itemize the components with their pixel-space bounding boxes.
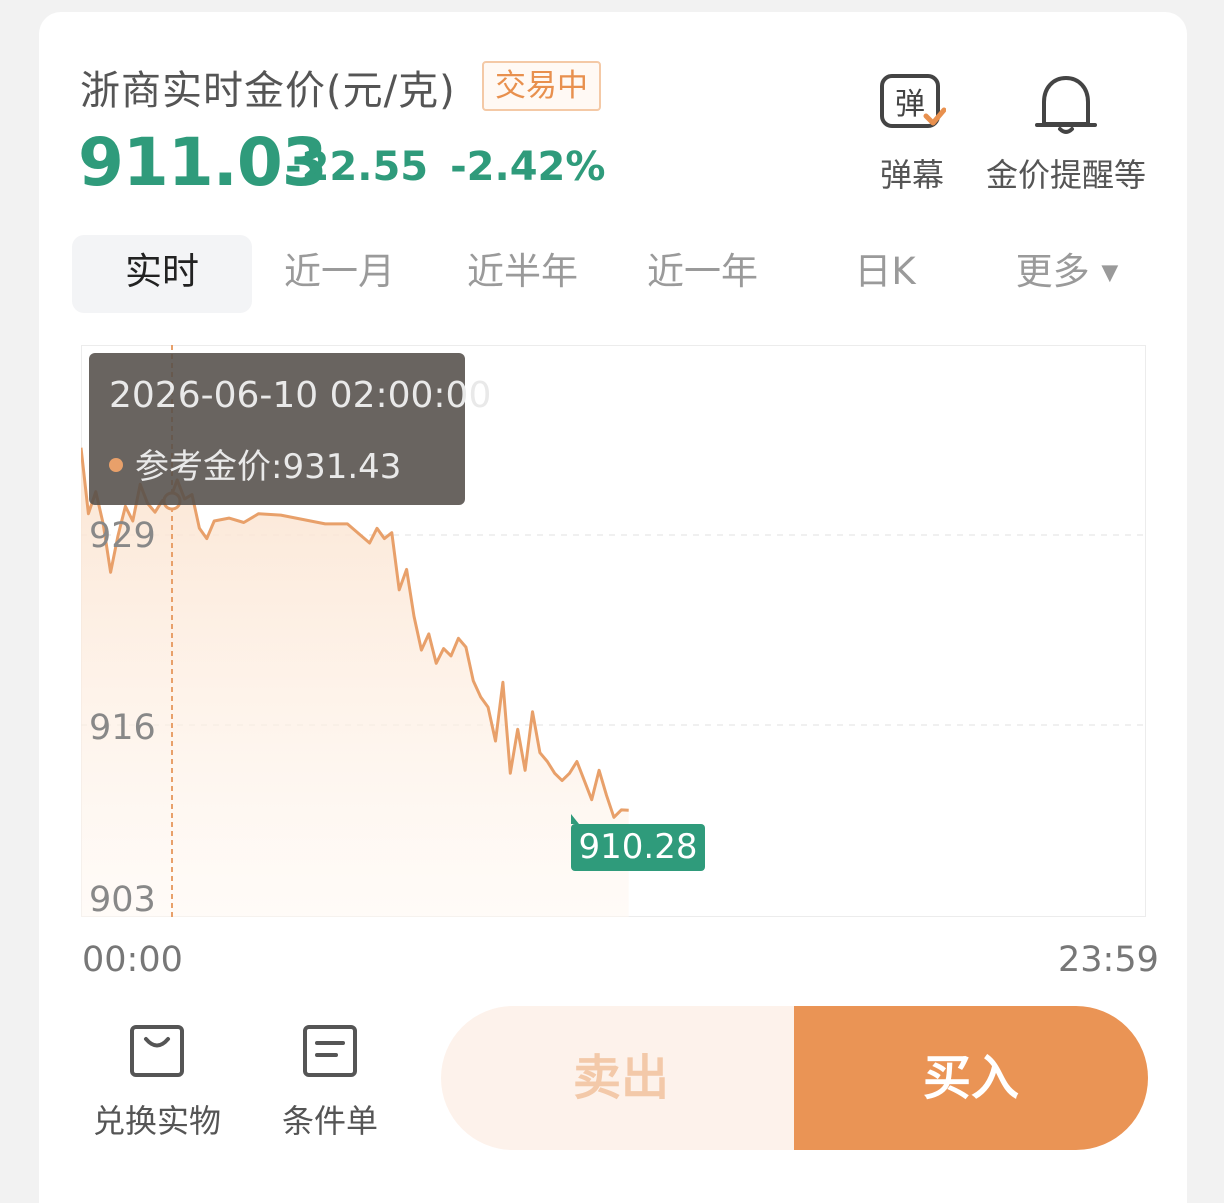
- sell-button[interactable]: 卖出: [441, 1006, 801, 1150]
- danmu-label: 弹幕: [879, 156, 944, 194]
- condition-label: 条件单: [281, 1102, 378, 1140]
- danmu-icon-text: 弹: [895, 87, 925, 122]
- change-percent: -2.42%: [450, 144, 606, 190]
- danmu-icon: 弹: [880, 74, 946, 128]
- y-tick-903: 903: [89, 880, 156, 917]
- tab-more-label: 更多: [1015, 250, 1090, 293]
- exchange-label: 兑换实物: [92, 1102, 221, 1140]
- page-title: 浙商实时金价(元/克): [80, 68, 456, 114]
- y-tick-916: 916: [89, 708, 156, 748]
- condition-order-button[interactable]: 条件单: [274, 1022, 386, 1142]
- tab-1-year[interactable]: 近一年: [625, 235, 780, 313]
- shopping-bag-icon: [130, 1025, 184, 1077]
- tooltip-time: 2026-06-10 02:00:00: [109, 375, 492, 416]
- chevron-down-icon: ▼: [1101, 260, 1119, 286]
- change-value: -22.55: [285, 144, 429, 190]
- x-axis-start: 00:00: [82, 940, 183, 980]
- bell-icon: [1035, 76, 1097, 134]
- tab-realtime[interactable]: 实时: [72, 235, 252, 313]
- x-axis-end: 23:59: [1058, 940, 1159, 980]
- status-badge: 交易中: [482, 61, 601, 111]
- tooltip-dot-icon: [109, 458, 123, 472]
- current-price-tag: 910.28: [571, 814, 705, 871]
- price-change: -22.55 -2.42%: [285, 144, 605, 190]
- chart-tooltip: 2026-06-10 02:00:00 参考金价:931.43: [89, 353, 491, 505]
- price-area: [81, 447, 629, 917]
- tooltip-value: 参考金价:931.43: [135, 447, 402, 487]
- tab-half-year[interactable]: 近半年: [445, 235, 600, 313]
- tab-more[interactable]: 更多 ▼: [1002, 235, 1132, 313]
- y-tick-929: 929: [89, 516, 156, 556]
- period-tabs: 实时 近一月 近半年 近一年 日K 更多 ▼: [72, 235, 1150, 313]
- document-icon: [303, 1025, 357, 1077]
- exchange-physical-button[interactable]: 兑换实物: [86, 1022, 228, 1142]
- tab-1-month[interactable]: 近一月: [262, 235, 417, 313]
- tab-daily-k[interactable]: 日K: [825, 235, 945, 313]
- alert-label: 金价提醒等: [985, 156, 1146, 194]
- price-alert-button[interactable]: 金价提醒等: [984, 72, 1148, 196]
- danmu-button[interactable]: 弹 弹幕: [876, 72, 948, 196]
- buy-button[interactable]: 买入: [794, 1006, 1148, 1150]
